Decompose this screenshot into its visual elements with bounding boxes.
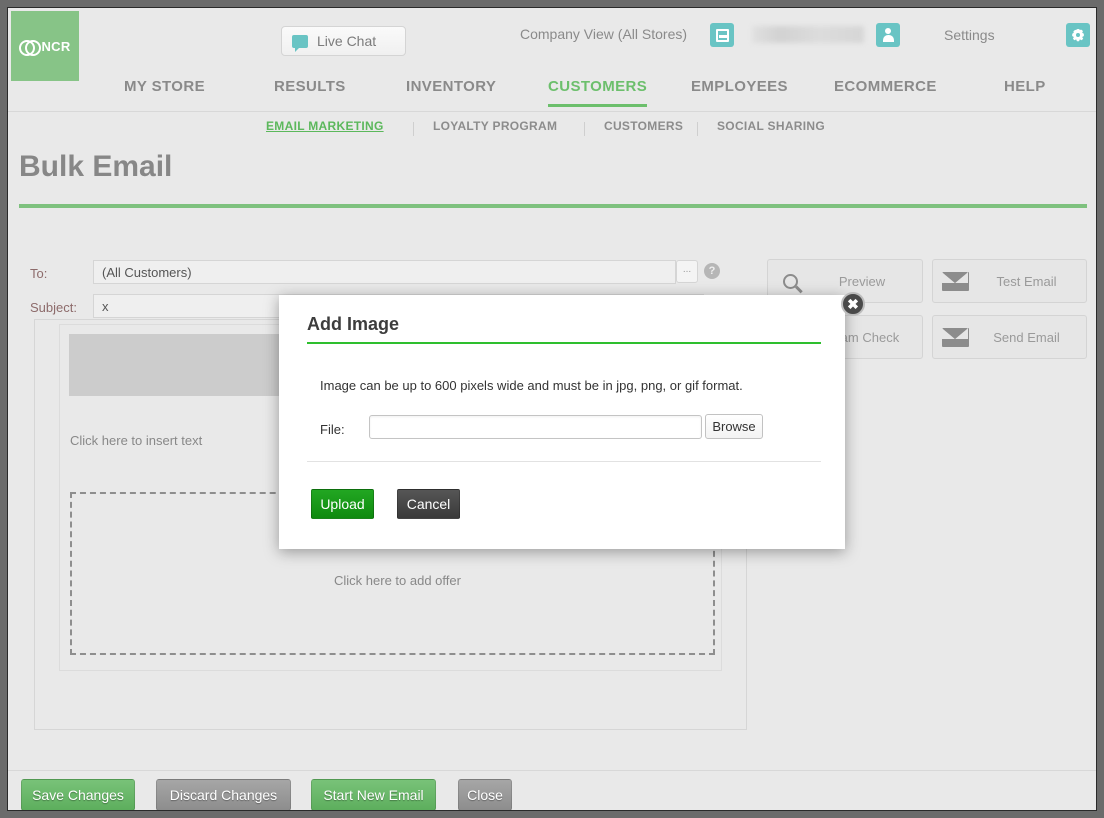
gear-glyph: [1072, 29, 1085, 42]
to-help-icon[interactable]: ?: [704, 263, 720, 279]
modal-upload-button[interactable]: Upload: [311, 489, 374, 519]
subnav-item-email-marketing[interactable]: EMAIL MARKETING: [266, 119, 384, 133]
subnav-divider: [413, 122, 414, 136]
nav-item-ecommerce[interactable]: ECOMMERCE: [834, 78, 937, 104]
title-divider: [19, 204, 1087, 208]
user-glyph: [882, 28, 895, 42]
modal-browse-button[interactable]: Browse: [705, 414, 763, 439]
ncr-logo[interactable]: NCR: [11, 11, 79, 81]
store-icon[interactable]: [710, 23, 734, 47]
send-email-button[interactable]: Send Email: [932, 315, 1087, 359]
modal-title: Add Image: [307, 314, 400, 334]
insert-text-placeholder[interactable]: Click here to insert text: [70, 433, 202, 448]
company-view-label: Company View (All Stores): [520, 26, 688, 42]
nav-item-inventory[interactable]: INVENTORY: [406, 78, 496, 104]
save-changes-button[interactable]: Save Changes: [21, 779, 135, 810]
subnav-divider: [697, 122, 698, 136]
modal-file-input[interactable]: [369, 415, 702, 439]
add-image-modal: Add Image Image can be up to 600 pixels …: [279, 295, 845, 549]
nav-item-results[interactable]: RESULTS: [274, 78, 346, 104]
nav-item-customers[interactable]: CUSTOMERS: [548, 78, 648, 107]
live-chat-button[interactable]: Live Chat: [281, 26, 406, 56]
subnav-item-customers[interactable]: CUSTOMERS: [604, 119, 683, 133]
to-input[interactable]: [93, 260, 676, 284]
envelope-icon: [933, 327, 977, 347]
gear-icon[interactable]: [1066, 23, 1090, 47]
subnav-item-loyalty-program[interactable]: LOYALTY PROGRAM: [433, 119, 557, 133]
to-label: To:: [30, 266, 48, 281]
nav-item-employees[interactable]: EMPLOYEES: [691, 78, 788, 104]
subnav-item-social-sharing[interactable]: SOCIAL SHARING: [717, 119, 825, 133]
start-new-email-button[interactable]: Start New Email: [311, 779, 436, 810]
live-chat-label: Live Chat: [317, 33, 377, 49]
settings-label[interactable]: Settings: [944, 27, 995, 43]
send-email-label: Send Email: [993, 329, 1060, 345]
magnifier-icon: [768, 273, 812, 289]
modal-description: Image can be up to 600 pixels wide and m…: [320, 378, 743, 393]
add-offer-label[interactable]: Click here to add offer: [334, 573, 461, 588]
discard-changes-button[interactable]: Discard Changes: [156, 779, 291, 810]
subject-label: Subject:: [30, 300, 77, 315]
close-button[interactable]: Close: [458, 779, 512, 810]
test-email-label: Test Email: [996, 273, 1057, 289]
store-glyph: [715, 28, 729, 42]
test-email-button[interactable]: Test Email: [932, 259, 1087, 303]
preview-label: Preview: [838, 273, 886, 289]
to-browse-button[interactable]: ...: [676, 260, 698, 283]
ncr-logo-text: NCR: [41, 38, 71, 54]
footer-divider: [8, 770, 1096, 771]
page-title: Bulk Email: [19, 150, 173, 183]
nav-item-my-store[interactable]: MY STORE: [124, 78, 205, 104]
modal-close-icon[interactable]: ✖: [841, 292, 865, 316]
sub-navigation: EMAIL MARKETING LOYALTY PROGRAM CUSTOMER…: [8, 112, 1096, 144]
modal-divider: [307, 461, 821, 462]
main-navigation: MY STORE RESULTS INVENTORY CUSTOMERS EMP…: [8, 78, 1096, 112]
modal-title-rule: [307, 342, 821, 344]
application-window: NCR Live Chat Company View (All Stores) …: [7, 7, 1097, 811]
chat-bubble-icon: [292, 34, 308, 52]
redacted-company-name: [752, 26, 864, 43]
modal-file-label: File:: [320, 422, 345, 437]
nav-item-help[interactable]: HELP: [1004, 78, 1046, 104]
user-account-icon[interactable]: [876, 23, 900, 47]
ncr-rings-icon: [19, 39, 42, 56]
modal-cancel-button[interactable]: Cancel: [397, 489, 460, 519]
top-header: NCR Live Chat Company View (All Stores) …: [8, 8, 1096, 81]
subnav-divider: [584, 122, 585, 136]
envelope-icon: [933, 271, 977, 291]
